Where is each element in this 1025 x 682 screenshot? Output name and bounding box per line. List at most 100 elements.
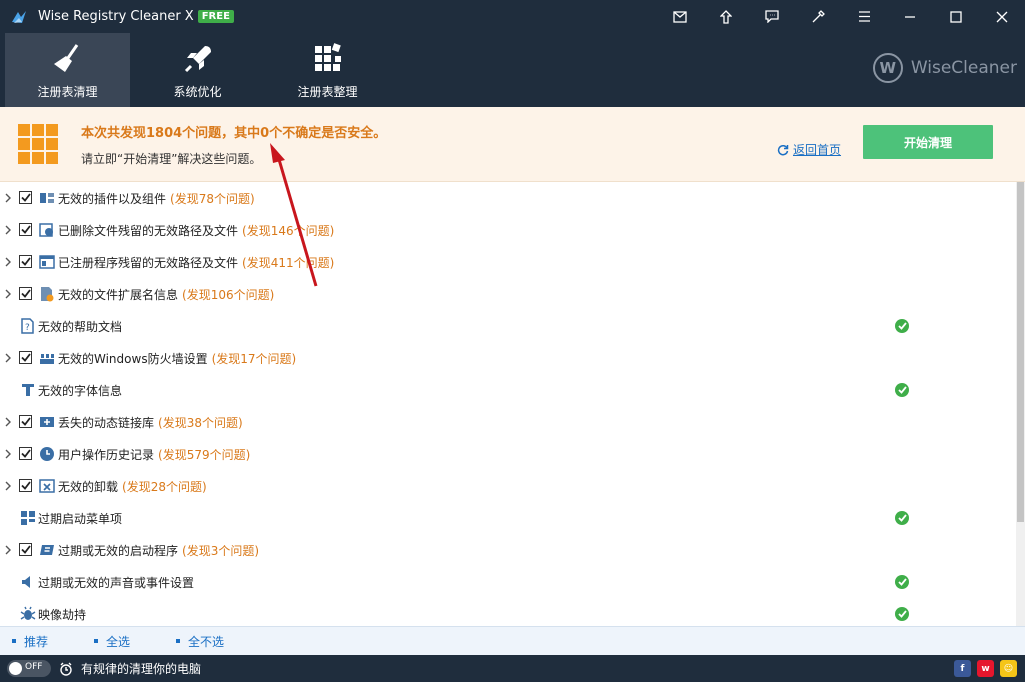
issue-category-row[interactable]: 无效的Windows防火墙设置 (发现17个问题): [0, 342, 1016, 374]
expand-chevron-icon[interactable]: [4, 224, 12, 236]
broom-icon: [51, 41, 85, 77]
issue-category-row[interactable]: ? 无效的帮助文档: [0, 310, 1016, 342]
startup-icon: [39, 542, 55, 558]
refresh-icon: [777, 144, 789, 155]
category-name: 无效的帮助文档: [38, 320, 123, 334]
dll-icon: [39, 414, 55, 430]
list-scrollbar[interactable]: [1016, 182, 1025, 626]
font-icon: [20, 382, 36, 398]
category-checkbox[interactable]: [19, 447, 32, 460]
category-checkbox[interactable]: [19, 223, 32, 236]
close-icon[interactable]: [979, 0, 1025, 33]
issue-count: (发现17个问题): [211, 352, 297, 366]
menu-icon[interactable]: [841, 0, 887, 33]
category-checkbox[interactable]: [19, 543, 32, 556]
minimize-icon[interactable]: [887, 0, 933, 33]
ok-check-icon: [895, 575, 909, 589]
social-icon-1[interactable]: f: [954, 660, 971, 677]
tab-registry-clean[interactable]: 注册表清理: [5, 33, 130, 107]
recommended-link[interactable]: 推荐: [12, 633, 48, 650]
tab-registry-defrag[interactable]: 注册表整理: [265, 33, 390, 107]
expand-chevron-icon[interactable]: [4, 448, 12, 460]
expand-chevron-icon[interactable]: [4, 480, 12, 492]
skin-icon[interactable]: [795, 0, 841, 33]
blocks-icon: [311, 41, 345, 77]
issue-count: (发现38个问题): [158, 416, 243, 430]
expand-chevron-icon[interactable]: [4, 544, 12, 556]
expand-chevron-icon[interactable]: [4, 256, 12, 268]
issue-category-row[interactable]: 过期启动菜单项: [0, 502, 1016, 534]
category-name: 无效的字体信息: [38, 384, 123, 398]
upgrade-icon[interactable]: [703, 0, 749, 33]
category-label: 过期或无效的声音或事件设置: [38, 574, 194, 591]
maximize-icon[interactable]: [933, 0, 979, 33]
social-icon-3[interactable]: ☺: [1000, 660, 1017, 677]
scan-summary-banner: 本次共发现1804个问题，其中0个不确定是否安全。 请立即“开始清理”解决这些问…: [0, 107, 1025, 182]
category-checkbox[interactable]: [19, 351, 32, 364]
category-label: 无效的插件以及组件 (发现78个问题): [58, 190, 255, 207]
tab-system-optimize[interactable]: 系统优化: [135, 33, 260, 107]
issue-category-row[interactable]: 映像劫持: [0, 598, 1016, 626]
firewall-icon: [39, 350, 55, 366]
category-checkbox[interactable]: [19, 255, 32, 268]
issue-category-row[interactable]: 已删除文件残留的无效路径及文件 (发现146个问题): [0, 214, 1016, 246]
back-home-link[interactable]: 返回首页: [777, 141, 841, 158]
issue-category-row[interactable]: 用户操作历史记录 (发现579个问题): [0, 438, 1016, 470]
category-label: 已删除文件残留的无效路径及文件 (发现146个问题): [58, 222, 334, 239]
category-label: 已注册程序残留的无效路径及文件 (发现411个问题): [58, 254, 334, 271]
issue-category-row[interactable]: 已注册程序残留的无效路径及文件 (发现411个问题): [0, 246, 1016, 278]
expand-chevron-icon[interactable]: [4, 192, 12, 204]
issue-count: (发现78个问题): [170, 192, 255, 206]
selection-links: 推荐 全选 全不选: [0, 626, 1025, 655]
category-checkbox[interactable]: [19, 479, 32, 492]
toggle-state: OFF: [25, 662, 43, 672]
scheduled-clean-toggle[interactable]: OFF: [7, 660, 51, 677]
issue-category-row[interactable]: 过期或无效的启动程序 (发现3个问题): [0, 534, 1016, 566]
expand-chevron-icon[interactable]: [4, 352, 12, 364]
category-label: 过期或无效的启动程序 (发现3个问题): [58, 542, 259, 559]
category-checkbox[interactable]: [19, 287, 32, 300]
brand-name: WiseCleaner: [910, 58, 1017, 78]
issue-category-row[interactable]: 无效的卸载 (发现28个问题): [0, 470, 1016, 502]
category-checkbox[interactable]: [19, 415, 32, 428]
scrollbar-thumb[interactable]: [1017, 182, 1024, 522]
app-title: Wise Registry Cleaner X: [38, 9, 194, 24]
issue-category-row[interactable]: 过期或无效的声音或事件设置: [0, 566, 1016, 598]
plugin-icon: [39, 190, 55, 206]
feedback-icon[interactable]: [749, 0, 795, 33]
file-extension-icon: [39, 286, 55, 302]
expand-chevron-icon[interactable]: [4, 288, 12, 300]
weibo-icon[interactable]: w: [977, 660, 994, 677]
issue-count: (发现3个问题): [182, 544, 260, 558]
issue-category-row[interactable]: 丢失的动态链接库 (发现38个问题): [0, 406, 1016, 438]
issue-count: (发现146个问题): [242, 224, 335, 238]
category-label: 用户操作历史记录 (发现579个问题): [58, 446, 250, 463]
issue-count: (发现579个问题): [158, 448, 251, 462]
issue-count: (发现28个问题): [122, 480, 207, 494]
alarm-clock-icon: [59, 662, 73, 676]
expand-chevron-icon[interactable]: [4, 416, 12, 428]
issue-category-list: 无效的插件以及组件 (发现78个问题) 已删除文件残留的无效路径及文件 (发现146个…: [0, 182, 1016, 626]
category-checkbox[interactable]: [19, 191, 32, 204]
category-label: 无效的卸载 (发现28个问题): [58, 478, 207, 495]
brand-logo: W WiseCleaner: [872, 53, 1017, 83]
category-name: 无效的文件扩展名信息: [58, 288, 179, 302]
category-name: 无效的插件以及组件: [58, 192, 167, 206]
select-none-link[interactable]: 全不选: [176, 633, 224, 650]
issue-category-row[interactable]: 无效的字体信息: [0, 374, 1016, 406]
tab-label: 注册表整理: [297, 84, 358, 99]
issue-category-row[interactable]: 无效的插件以及组件 (发现78个问题): [0, 182, 1016, 214]
svg-text:?: ?: [25, 323, 30, 333]
title-bar-controls: [657, 0, 1025, 33]
title-bar: Wise Registry Cleaner X FREE: [0, 0, 1025, 33]
app-logo-icon: [10, 8, 28, 26]
status-bar: OFF 有规律的清理你的电脑 f w ☺: [0, 655, 1025, 682]
issue-category-row[interactable]: 无效的文件扩展名信息 (发现106个问题): [0, 278, 1016, 310]
category-label: 过期启动菜单项: [38, 510, 122, 527]
back-home-label: 返回首页: [793, 143, 842, 157]
select-all-link[interactable]: 全选: [94, 633, 130, 650]
ok-check-icon: [895, 383, 909, 397]
start-clean-button[interactable]: 开始清理: [863, 125, 993, 159]
mail-icon[interactable]: [657, 0, 703, 33]
category-label: 映像劫持: [38, 606, 86, 623]
